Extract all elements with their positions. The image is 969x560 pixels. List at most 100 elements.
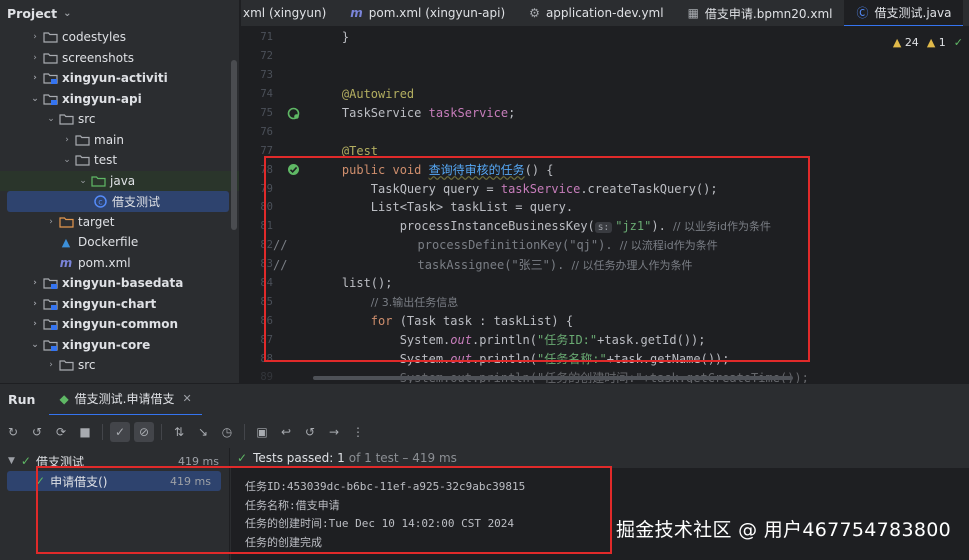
tree-item-target[interactable]: › target	[0, 212, 239, 233]
more-options-icon[interactable]: ⋮	[348, 422, 368, 442]
chevron-right-icon[interactable]: ›	[28, 319, 42, 329]
tree-item-label: target	[78, 214, 115, 229]
editor-tab[interactable]: ⚙ application-dev.yml	[517, 0, 675, 26]
editor-tab[interactable]: m pom.xml (xingyun-api)	[338, 0, 517, 26]
tree-item-src[interactable]: ⌄ src	[0, 109, 239, 130]
editor-tab[interactable]: xml (xingyun)	[241, 0, 338, 26]
line-number: 74	[260, 88, 273, 101]
comment-marker: //	[273, 238, 288, 253]
chevron-down-icon[interactable]: ⌄	[76, 176, 90, 186]
tree-item-xingyun-core[interactable]: ⌄ xingyun-core	[0, 335, 239, 356]
chevron-right-icon[interactable]: ›	[28, 32, 42, 42]
code-text: System.	[399, 352, 451, 367]
code-text: list();	[341, 276, 393, 291]
run-test-gutter-icon[interactable]	[273, 163, 313, 176]
settings-icon[interactable]: →	[324, 422, 344, 442]
code-text: .println(	[471, 352, 537, 367]
line-number: 88	[260, 352, 273, 365]
import-icon[interactable]: ↩	[276, 422, 296, 442]
test-results-tree: ▼ ✓ 借支测试 419 ms ✓ 申请借支() 419 ms	[0, 448, 230, 560]
tree-item-label: xingyun-activiti	[62, 71, 168, 86]
line-number: 80	[260, 201, 273, 214]
tree-item-label: Dockerfile	[78, 235, 139, 250]
code-editor[interactable]: ▲ 24 ▲ 1 ✓ 71 } 72 73 74 @Autowired 75 T…	[241, 28, 969, 383]
folder-icon	[58, 358, 74, 372]
svg-text:c: c	[98, 197, 102, 206]
chevron-right-icon[interactable]: ›	[28, 53, 42, 63]
tree-item-label: pom.xml	[78, 255, 131, 270]
chevron-right-icon[interactable]: ›	[28, 73, 42, 83]
chevron-down-icon[interactable]: ⌄	[28, 340, 42, 350]
chevron-right-icon[interactable]: ›	[44, 217, 58, 227]
class-icon: Ⓒ	[856, 5, 869, 20]
chevron-down-icon[interactable]: ⌄	[60, 155, 74, 165]
tree-item-dockerfile[interactable]: ▲ Dockerfile	[0, 232, 239, 253]
bean-gutter-icon[interactable]	[273, 107, 313, 120]
chevron-right-icon[interactable]: ›	[44, 360, 58, 370]
code-keyword: public void	[341, 163, 429, 178]
chevron-down-icon[interactable]: ⌄	[28, 94, 42, 104]
rerun-failed-icon[interactable]: ↺	[27, 422, 47, 442]
string-literal: "任务ID:"	[537, 333, 598, 348]
xml-icon: ▦	[687, 6, 699, 20]
export-icon[interactable]: ▣	[252, 422, 272, 442]
line-number: 86	[260, 314, 273, 327]
tree-item-label: src	[78, 358, 96, 373]
parameter-hint: s:	[594, 222, 613, 234]
stop-icon[interactable]: ■	[75, 422, 95, 442]
tree-item-xingyun-api[interactable]: ⌄ xingyun-api	[0, 89, 239, 110]
tree-item-xingyun-activiti[interactable]: › xingyun-activiti	[0, 68, 239, 89]
clock-icon[interactable]: ◷	[217, 422, 237, 442]
sort-by-duration-icon[interactable]: ↘	[193, 422, 213, 442]
java-class-icon: c	[92, 194, 108, 208]
show-ignored-icon[interactable]: ⊘	[134, 421, 154, 442]
show-passed-icon[interactable]: ✓	[110, 421, 130, 442]
history-icon[interactable]: ↺	[300, 422, 320, 442]
chevron-down-icon[interactable]: ⌄	[63, 8, 71, 19]
editor-tab[interactable]: Ⓒ 借支测试.java	[844, 0, 964, 26]
code-line: 88 System.out.println("任务名称:"+task.getNa…	[241, 349, 969, 368]
tree-item-main[interactable]: › main	[0, 130, 239, 151]
chevron-right-icon[interactable]: ›	[28, 278, 42, 288]
code-line: 73	[241, 66, 969, 85]
tree-item-test[interactable]: ⌄ test	[0, 150, 239, 171]
tree-item-xingyun-chart[interactable]: › xingyun-chart	[0, 294, 239, 315]
chevron-right-icon[interactable]: ›	[28, 299, 42, 309]
toggle-auto-test-icon[interactable]: ⟳	[51, 422, 71, 442]
console-line: 任务ID:453039dc-b6bc-11ef-a925-32c9abc3981…	[245, 480, 526, 493]
tree-item-src[interactable]: › src	[0, 355, 239, 376]
tree-item-pom-xml[interactable]: m pom.xml	[0, 253, 239, 274]
editor-tab[interactable]: ▦ 借支申请.bpmn20.xml	[676, 0, 845, 26]
excluded-folder-icon	[58, 215, 74, 229]
code-line: 85 // 3.输出任务信息	[241, 292, 969, 311]
chevron-down-icon[interactable]: ⌄	[44, 114, 58, 124]
sort-alphabetically-icon[interactable]: ⇅	[169, 422, 189, 442]
test-suite-row[interactable]: ▼ ✓ 借支测试 419 ms	[0, 451, 229, 471]
tree-item-test-class[interactable]: c 借支测试	[7, 191, 229, 212]
test-case-row[interactable]: ✓ 申请借支() 419 ms	[7, 471, 221, 491]
rerun-icon[interactable]: ↻	[3, 422, 23, 442]
project-header[interactable]: Project ⌄	[0, 0, 239, 27]
editor-tab-label: 借支申请.bpmn20.xml	[704, 6, 833, 21]
run-toolbar: ↻ ↺ ⟳ ■ ✓ ⊘ ⇅ ↘ ◷ ▣ ↩ ↺ → ⋮	[0, 415, 969, 448]
tree-item-xingyun-common[interactable]: › xingyun-common	[0, 314, 239, 335]
code-comment: // 以业务id作为条件	[673, 220, 771, 234]
code-text: ;	[508, 106, 516, 120]
close-icon[interactable]: ✕	[183, 392, 192, 405]
console-output[interactable]: ✓ Tests passed: 1 of 1 test – 419 ms 任务I…	[231, 448, 969, 560]
tree-item-codestyles[interactable]: › codestyles	[0, 27, 239, 48]
tree-item-xingyun-basedata[interactable]: › xingyun-basedata	[0, 273, 239, 294]
chevron-down-icon[interactable]: ▼	[8, 456, 15, 466]
project-tree: › codestyles › screenshots › xingyun-activiti…	[0, 27, 239, 376]
project-scrollbar[interactable]	[231, 60, 237, 230]
chevron-right-icon[interactable]: ›	[60, 135, 74, 145]
comment-marker: //	[273, 257, 288, 272]
field-name: taskService	[500, 181, 581, 196]
yaml-icon: ⚙	[529, 6, 540, 20]
passed-check-icon: ✓	[20, 454, 31, 468]
run-config-tab[interactable]: ◆ 借支测试.申请借支 ✕	[49, 384, 202, 416]
code-line: 84 list();	[241, 274, 969, 293]
editor-horizontal-scrollbar[interactable]	[313, 376, 793, 380]
tree-item-java[interactable]: ⌄ java	[0, 170, 239, 191]
tree-item-screenshots[interactable]: › screenshots	[0, 48, 239, 69]
